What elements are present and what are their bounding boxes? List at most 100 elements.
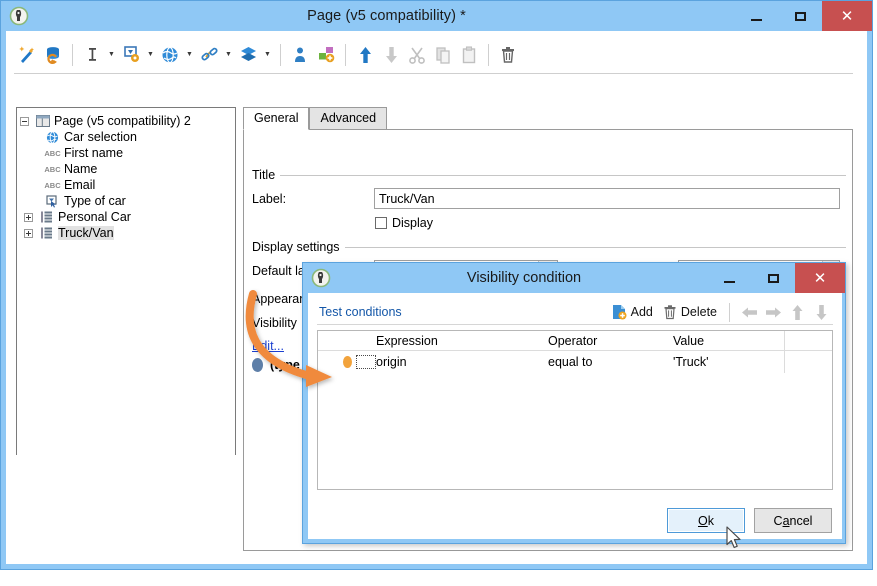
lower-left-box — [16, 455, 236, 551]
tree-item-label: Car selection — [64, 130, 137, 144]
chevron-down-icon[interactable]: ▼ — [222, 40, 235, 70]
abc-icon: ABC — [44, 180, 61, 190]
add-condition-button[interactable]: Add — [609, 304, 656, 320]
toolbar-separator — [488, 43, 489, 66]
collapse-toggle-icon[interactable] — [20, 116, 29, 126]
tab-advanced[interactable]: Advanced — [309, 107, 388, 130]
tree-item-truck-van[interactable]: Truck/Van — [17, 225, 235, 241]
row-edit-cell[interactable] — [355, 355, 376, 369]
group-title-label: Title — [252, 168, 276, 182]
group-divider — [280, 174, 846, 176]
ok-suffix: k — [707, 513, 714, 528]
cut-icon — [404, 40, 430, 70]
cancel-suffix: ncel — [789, 513, 813, 528]
close-icon: ✕ — [813, 268, 827, 287]
minimize-button[interactable] — [734, 1, 778, 31]
grid-header-expression: Expression — [376, 333, 438, 348]
grid-header-operator: Operator — [548, 333, 598, 348]
tree-item-car-selection[interactable]: Car selection — [17, 129, 235, 145]
move-up-icon[interactable] — [352, 40, 378, 70]
tree-item-label: Name — [64, 162, 98, 176]
text-field-icon[interactable] — [79, 40, 105, 70]
abc-icon: ABC — [44, 164, 61, 174]
grid-header-extra — [784, 331, 832, 350]
main-toolbar: ▼ ▼ ▼ ▼ ▼ — [14, 36, 853, 74]
maximize-button[interactable] — [778, 1, 822, 31]
delete-icon[interactable] — [495, 40, 521, 70]
toolbar-separator — [729, 302, 730, 322]
cancel-button[interactable]: Cancel — [754, 508, 832, 533]
tree-item-email[interactable]: ABC Email — [17, 177, 235, 193]
magic-wand-icon[interactable] — [14, 40, 40, 70]
move-right-icon[interactable] — [761, 301, 785, 323]
tree-item-first-name[interactable]: ABC First name — [17, 145, 235, 161]
label-input[interactable]: Truck/Van — [374, 188, 840, 209]
app-icon — [311, 268, 331, 288]
delete-label: Delete — [680, 305, 717, 319]
toolbar-separator — [72, 43, 73, 66]
display-checkbox[interactable] — [375, 217, 387, 229]
tabstrip: General Advanced — [243, 107, 388, 130]
label-caption: Label: — [252, 192, 287, 206]
chevron-down-icon[interactable]: ▼ — [105, 40, 118, 70]
ok-button[interactable]: Ok — [667, 508, 745, 533]
add-component-icon[interactable] — [313, 40, 339, 70]
link-icon[interactable] — [196, 40, 222, 70]
layers-icon[interactable] — [235, 40, 261, 70]
globe-icon — [44, 130, 61, 144]
dialog-minimize-button[interactable] — [707, 263, 751, 293]
tab-general[interactable]: General — [243, 107, 310, 130]
visibility-expression-row: (type — [252, 358, 300, 372]
dialog-footer: Ok Cancel — [308, 508, 842, 533]
database-refresh-icon[interactable] — [40, 40, 66, 70]
add-icon — [612, 304, 627, 320]
paste-icon — [456, 40, 482, 70]
delete-condition-button[interactable]: Delete — [660, 304, 720, 320]
tree-item-page[interactable]: Page (v5 compatibility) 2 — [17, 113, 235, 129]
group-display-settings: Display settings — [252, 240, 846, 254]
container-icon — [38, 226, 55, 240]
cancel-prefix: C — [773, 513, 783, 528]
expand-toggle-icon[interactable] — [24, 228, 33, 238]
copy-icon — [430, 40, 456, 70]
cell-expression[interactable]: origin — [376, 355, 548, 369]
move-up-icon[interactable] — [785, 301, 809, 323]
ok-accel: O — [698, 513, 708, 528]
conditions-grid[interactable]: Expression Operator Value origin equal t… — [317, 330, 833, 490]
dialog-maximize-button[interactable] — [751, 263, 795, 293]
container-icon — [38, 210, 55, 224]
globe-icon[interactable] — [157, 40, 183, 70]
tree-item-label: Page (v5 compatibility) 2 — [54, 114, 191, 128]
grid-header-row: Expression Operator Value — [318, 331, 832, 351]
dialog-close-button[interactable]: ✕ — [795, 263, 845, 293]
window-controls: ✕ — [734, 1, 872, 31]
tree-item-personal-car[interactable]: Personal Car — [17, 209, 235, 225]
dropdown-icon — [44, 194, 61, 208]
chevron-down-icon[interactable]: ▼ — [144, 40, 157, 70]
table-row[interactable]: origin equal to 'Truck' — [318, 351, 832, 373]
cell-operator[interactable]: equal to — [548, 355, 673, 369]
close-button[interactable]: ✕ — [822, 1, 872, 31]
dialog-toolbar-actions: Add Delete — [605, 301, 833, 323]
toolbar-separator — [280, 43, 281, 66]
chevron-down-icon[interactable]: ▼ — [261, 40, 274, 70]
move-left-icon[interactable] — [737, 301, 761, 323]
expand-toggle-icon[interactable] — [24, 212, 33, 222]
edit-visibility-link[interactable]: Edit... — [252, 339, 284, 353]
page-icon — [34, 114, 51, 128]
group-title: Title — [252, 168, 846, 182]
chevron-down-icon[interactable]: ▼ — [183, 40, 196, 70]
tree-item-label: First name — [64, 146, 124, 160]
tree-item-label: Email — [64, 178, 96, 192]
move-down-icon[interactable] — [809, 301, 833, 323]
delete-icon — [663, 304, 677, 320]
person-icon[interactable] — [287, 40, 313, 70]
display-checkbox-row[interactable]: Display — [375, 216, 433, 230]
cancel-label: Cancel — [774, 514, 813, 528]
move-down-icon[interactable] — [378, 40, 404, 70]
row-marker-cell — [318, 355, 376, 369]
cell-value[interactable]: 'Truck' — [673, 355, 784, 369]
widget-settings-icon[interactable] — [118, 40, 144, 70]
tree-item-type-of-car[interactable]: Type of car — [17, 193, 235, 209]
tree-item-name[interactable]: ABC Name — [17, 161, 235, 177]
